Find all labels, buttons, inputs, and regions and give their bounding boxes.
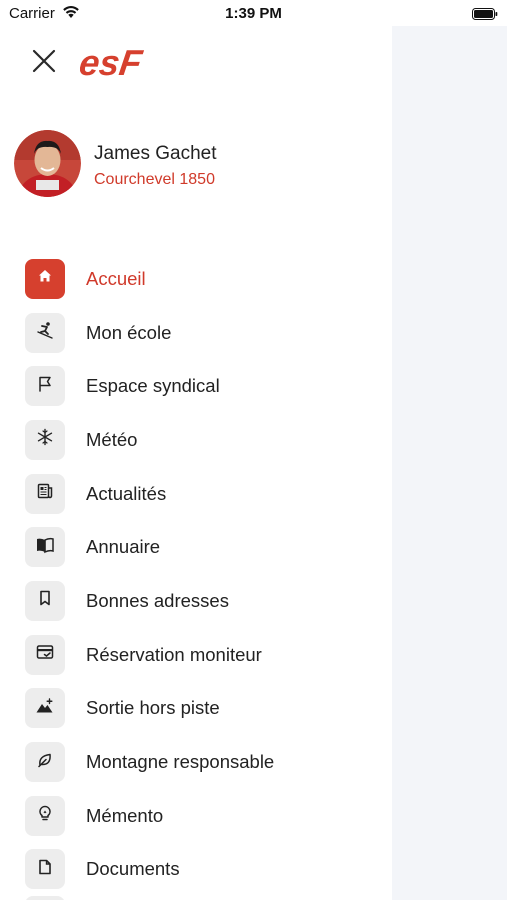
side-drawer: esF James Gachet Courchevel 1850 Accueil… (0, 26, 392, 900)
menu-item-label: Réservation moniteur (86, 643, 262, 665)
menu-item-bonnes-adresses[interactable]: Bonnes adresses (25, 574, 385, 628)
menu-item-annuaire[interactable]: Annuaire (25, 520, 385, 574)
menu-item-label: Mémento (86, 804, 164, 826)
menu-icon-box (25, 258, 65, 299)
status-bar: Carrier 1:39 PM (0, 0, 507, 26)
close-button[interactable] (24, 48, 64, 78)
logo-wordmark: esF (80, 46, 145, 80)
menu-item-documents[interactable]: Documents (25, 843, 385, 897)
menu-item-label: Documents (86, 858, 180, 880)
menu-icon-box (25, 473, 65, 514)
menu-item-memento[interactable]: Mémento (25, 789, 385, 843)
flag-icon (36, 375, 54, 398)
menu-item-label: Bonnes adresses (86, 589, 229, 611)
menu-item-actualites[interactable]: Actualités (25, 467, 385, 521)
menu-item-mon-ecole[interactable]: Mon école (25, 306, 385, 360)
menu-item-label: Accueil (86, 267, 146, 289)
user-name: James Gachet (94, 143, 217, 164)
esf-logo: esF (77, 42, 206, 83)
book-icon (35, 536, 55, 559)
menu-icon-box (25, 580, 65, 621)
menu-icon-box (25, 366, 65, 407)
newspaper-icon (36, 482, 54, 505)
menu-icon-box (25, 419, 65, 460)
mountain-icon (35, 697, 55, 720)
skier-icon (35, 320, 55, 345)
nav-menu: Accueil Mon école Espace syndical Météo … (25, 252, 385, 896)
menu-icon-box (25, 312, 65, 353)
home-icon (37, 268, 53, 289)
document-icon (37, 858, 53, 881)
menu-item-label: Montagne responsable (86, 751, 275, 773)
menu-item-label: Mon école (86, 321, 172, 343)
menu-icon-box (25, 795, 65, 836)
user-location: Courchevel 1850 (94, 171, 215, 188)
battery-icon (472, 7, 498, 20)
menu-icon-box (25, 527, 65, 568)
bookmark-icon (37, 589, 53, 612)
card-check-icon (35, 643, 55, 666)
menu-item-label: Espace syndical (86, 375, 220, 397)
menu-icon-box (25, 742, 65, 783)
menu-item-partial[interactable] (25, 896, 65, 900)
menu-item-meteo[interactable]: Météo (25, 413, 385, 467)
lightbulb-icon (36, 804, 54, 827)
menu-item-reservation-moniteur[interactable]: Réservation moniteur (25, 628, 385, 682)
close-icon (31, 48, 57, 79)
app-screen: Carrier 1:39 PM esF James Gachet Courche… (0, 0, 507, 900)
menu-item-montagne-responsable[interactable]: Montagne responsable (25, 735, 385, 789)
avatar[interactable] (14, 130, 81, 197)
menu-item-espace-syndical[interactable]: Espace syndical (25, 359, 385, 413)
menu-icon-box (25, 688, 65, 729)
menu-item-label: Météo (86, 428, 138, 450)
status-time: 1:39 PM (225, 5, 282, 22)
user-profile[interactable]: James Gachet Courchevel 1850 (14, 130, 374, 198)
menu-item-accueil[interactable]: Accueil (25, 252, 385, 306)
content-backdrop[interactable] (392, 26, 507, 900)
menu-item-label: Annuaire (86, 536, 161, 558)
leaf-icon (36, 751, 54, 774)
menu-icon-box (25, 634, 65, 675)
menu-icon-box (25, 849, 65, 890)
menu-item-label: Sortie hors piste (86, 697, 220, 719)
menu-item-sortie-hors-piste[interactable]: Sortie hors piste (25, 682, 385, 736)
snowflake-icon (36, 428, 54, 451)
menu-item-label: Actualités (86, 482, 167, 504)
